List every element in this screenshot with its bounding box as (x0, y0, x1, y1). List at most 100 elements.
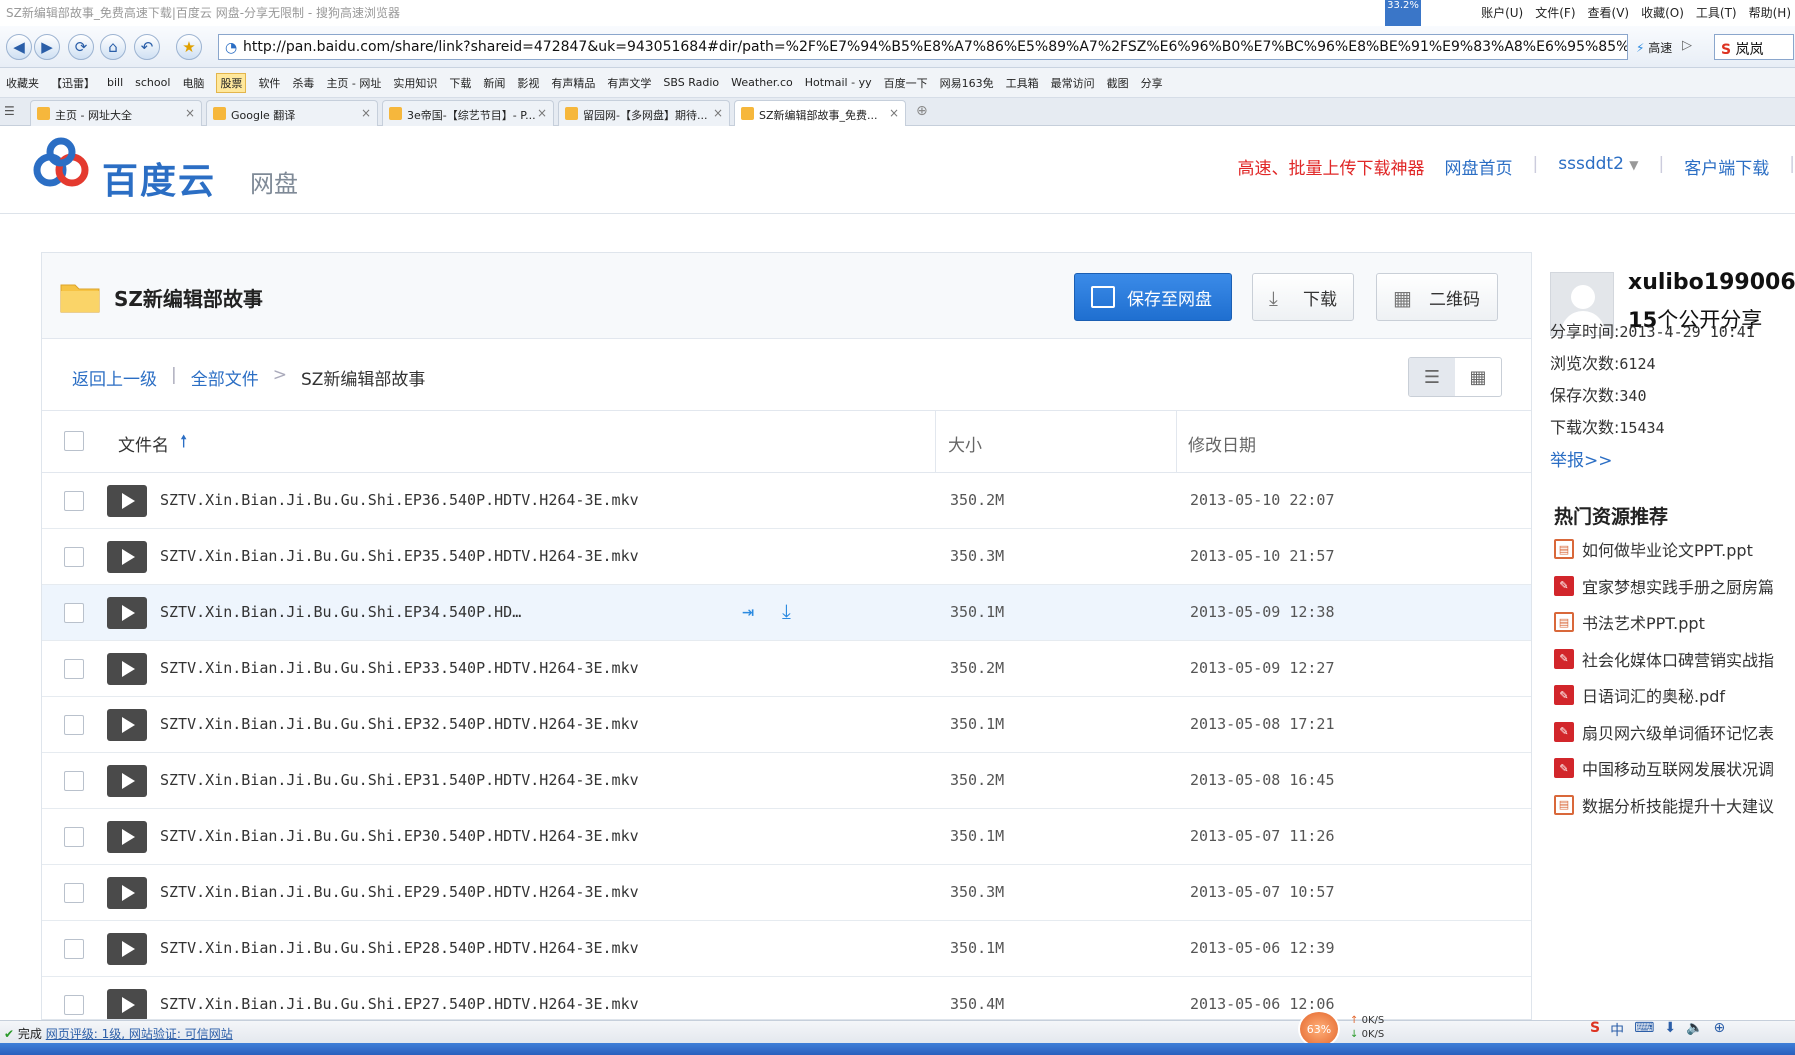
table-row[interactable]: SZTV.Xin.Bian.Ji.Bu.Gu.Shi.EP29.540P.HDT… (42, 865, 1531, 921)
play-icon[interactable]: ▷ (1682, 38, 1692, 53)
bookmark-item[interactable]: 下载 (449, 75, 471, 91)
table-row[interactable]: SZTV.Xin.Bian.Ji.Bu.Gu.Shi.EP36.540P.HDT… (42, 473, 1531, 529)
browser-tab[interactable]: 留园网-【多网盘】期待... × (558, 100, 730, 126)
download-manager-icon[interactable]: ⬇ (1664, 1020, 1676, 1040)
row-checkbox[interactable] (64, 771, 84, 791)
table-row[interactable]: SZTV.Xin.Bian.Ji.Bu.Gu.Shi.EP33.540P.HDT… (42, 641, 1531, 697)
bookmark-item[interactable]: 软件 (258, 75, 280, 91)
bookmark-item[interactable]: 新闻 (483, 75, 505, 91)
row-checkbox[interactable] (64, 995, 84, 1015)
bookmark-item[interactable]: 实用知识 (393, 75, 437, 91)
ime-mode[interactable]: 中 (1610, 1020, 1624, 1040)
table-row[interactable]: SZTV.Xin.Bian.Ji.Bu.Gu.Shi.EP34.540P.HD…… (42, 585, 1531, 641)
address-bar[interactable]: ◔ http://pan.baidu.com/share/link?sharei… (218, 34, 1628, 60)
browser-tab[interactable]: Google 翻译 × (206, 100, 378, 126)
bookmark-item[interactable]: 影视 (517, 75, 539, 91)
sogou-ime-icon[interactable]: S (1590, 1020, 1600, 1040)
file-name[interactable]: SZTV.Xin.Bian.Ji.Bu.Gu.Shi.EP27.540P.HDT… (160, 995, 639, 1013)
bookmark-item[interactable]: 分享 (1141, 75, 1163, 91)
close-icon[interactable]: × (185, 106, 195, 120)
bookmark-item[interactable]: 股票 (216, 72, 247, 93)
row-checkbox[interactable] (64, 883, 84, 903)
client-download-link[interactable]: 客户端下载 (1684, 154, 1769, 179)
bookmark-item[interactable]: Weather.co (731, 76, 793, 89)
bookmark-item[interactable]: 电脑 (182, 75, 204, 91)
browser-tab[interactable]: 主页 - 网址大全 × (30, 100, 202, 126)
file-name[interactable]: SZTV.Xin.Bian.Ji.Bu.Gu.Shi.EP29.540P.HDT… (160, 883, 639, 901)
grid-view-icon[interactable]: ▦ (1455, 358, 1501, 396)
table-row[interactable]: SZTV.Xin.Bian.Ji.Bu.Gu.Shi.EP30.540P.HDT… (42, 809, 1531, 865)
file-name[interactable]: SZTV.Xin.Bian.Ji.Bu.Gu.Shi.EP36.540P.HDT… (160, 491, 639, 509)
browser-tab[interactable]: 3e帝国-【综艺节目】- P... × (382, 100, 554, 126)
row-download-icon[interactable]: ⤓ (782, 599, 791, 623)
bookmark-item[interactable]: Hotmail - yy (805, 76, 872, 89)
bookmark-item[interactable]: 百度一下 (884, 75, 928, 91)
favorite-star-icon[interactable]: ★ (176, 34, 202, 60)
bookmark-item[interactable]: 【迅雷】 (51, 75, 95, 91)
undo-close-icon[interactable]: ↶ (134, 34, 160, 60)
search-input[interactable]: S 岚岚 (1714, 34, 1794, 60)
select-all-checkbox[interactable] (64, 431, 84, 451)
column-date[interactable]: 修改日期 (1188, 431, 1256, 456)
row-checkbox[interactable] (64, 659, 84, 679)
table-row[interactable]: SZTV.Xin.Bian.Ji.Bu.Gu.Shi.EP31.540P.HDT… (42, 753, 1531, 809)
bookmark-item[interactable]: 有声文学 (607, 75, 651, 91)
browser-tab[interactable]: SZ新编辑部故事_免费... × (734, 100, 906, 127)
menu-help[interactable]: 帮助(H) (1749, 4, 1791, 21)
hot-resource-item[interactable]: ▤ 数据分析技能提升十大建议 (1554, 784, 1774, 826)
back-up-link[interactable]: 返回上一级 (72, 365, 157, 390)
file-name[interactable]: SZTV.Xin.Bian.Ji.Bu.Gu.Shi.EP30.540P.HDT… (160, 827, 639, 845)
row-checkbox[interactable] (64, 939, 84, 959)
file-name[interactable]: SZTV.Xin.Bian.Ji.Bu.Gu.Shi.EP33.540P.HDT… (160, 659, 639, 677)
bookmark-item[interactable]: 工具箱 (1006, 75, 1039, 91)
nav-home-link[interactable]: 网盘首页 (1445, 154, 1513, 179)
bookmark-item[interactable]: 最常访问 (1051, 75, 1095, 91)
table-row[interactable]: SZTV.Xin.Bian.Ji.Bu.Gu.Shi.EP32.540P.HDT… (42, 697, 1531, 753)
row-checkbox[interactable] (64, 547, 84, 567)
menu-account[interactable]: 账户(U) (1481, 4, 1523, 21)
zoom-icon[interactable]: ⊕ (1713, 1020, 1725, 1040)
row-checkbox[interactable] (64, 603, 84, 623)
bookmark-item[interactable]: 截图 (1107, 75, 1129, 91)
bookmark-item[interactable]: 杀毒 (292, 75, 314, 91)
download-button[interactable]: ⤓ 下载 (1252, 273, 1354, 321)
table-row[interactable]: SZTV.Xin.Bian.Ji.Bu.Gu.Shi.EP28.540P.HDT… (42, 921, 1531, 977)
bookmark-item[interactable]: 网易163免 (940, 75, 994, 91)
sidebar-toggle-icon[interactable]: ☰ (4, 104, 15, 118)
home-icon[interactable]: ⌂ (100, 34, 126, 60)
row-checkbox[interactable] (64, 827, 84, 847)
user-menu[interactable]: sssddt2 ▼ (1558, 154, 1638, 179)
qrcode-button[interactable]: ▦ 二维码 (1376, 273, 1498, 321)
forward-icon[interactable]: ▶ (34, 34, 60, 60)
menu-file[interactable]: 文件(F) (1535, 4, 1575, 21)
close-icon[interactable]: × (537, 106, 547, 120)
file-name[interactable]: SZTV.Xin.Bian.Ji.Bu.Gu.Shi.EP35.540P.HDT… (160, 547, 639, 565)
keyboard-icon[interactable]: ⌨ (1634, 1020, 1654, 1040)
list-view-icon[interactable]: ☰ (1409, 358, 1455, 396)
new-tab-icon[interactable]: ⊕ (916, 103, 928, 119)
column-size[interactable]: 大小 (948, 431, 982, 456)
report-link[interactable]: 举报>> (1550, 446, 1613, 471)
bookmark-item[interactable]: bill (107, 76, 123, 89)
bookmark-item[interactable]: 主页 - 网址 (326, 75, 381, 91)
bookmark-item[interactable]: school (135, 76, 170, 89)
baidu-cloud-logo[interactable]: 百度云 网盘 (32, 136, 298, 202)
file-name[interactable]: SZTV.Xin.Bian.Ji.Bu.Gu.Shi.EP31.540P.HDT… (160, 771, 639, 789)
close-icon[interactable]: × (713, 106, 723, 120)
menu-favorites[interactable]: 收藏(O) (1641, 4, 1684, 21)
row-checkbox[interactable] (64, 491, 84, 511)
refresh-icon[interactable]: ⟳ (68, 34, 94, 60)
menu-view[interactable]: 查看(V) (1588, 4, 1630, 21)
back-icon[interactable]: ◀ (6, 34, 32, 60)
close-icon[interactable]: × (361, 106, 371, 120)
volume-icon[interactable]: 🔈 (1686, 1020, 1703, 1040)
bookmark-item[interactable]: 有声精品 (551, 75, 595, 91)
file-name[interactable]: SZTV.Xin.Bian.Ji.Bu.Gu.Shi.EP28.540P.HDT… (160, 939, 639, 957)
bookmark-item[interactable]: 收藏夹 (6, 75, 39, 91)
speed-mode-toggle[interactable]: ⚡ 高速 (1636, 39, 1672, 56)
menu-tools[interactable]: 工具(T) (1696, 4, 1737, 21)
site-rating-link[interactable]: 网页评级: 1级, 网站验证: 可信网站 (46, 1027, 233, 1041)
column-name[interactable]: 文件名 (118, 431, 169, 456)
table-row[interactable]: SZTV.Xin.Bian.Ji.Bu.Gu.Shi.EP35.540P.HDT… (42, 529, 1531, 585)
sort-up-icon[interactable]: 🠕 (180, 429, 187, 458)
